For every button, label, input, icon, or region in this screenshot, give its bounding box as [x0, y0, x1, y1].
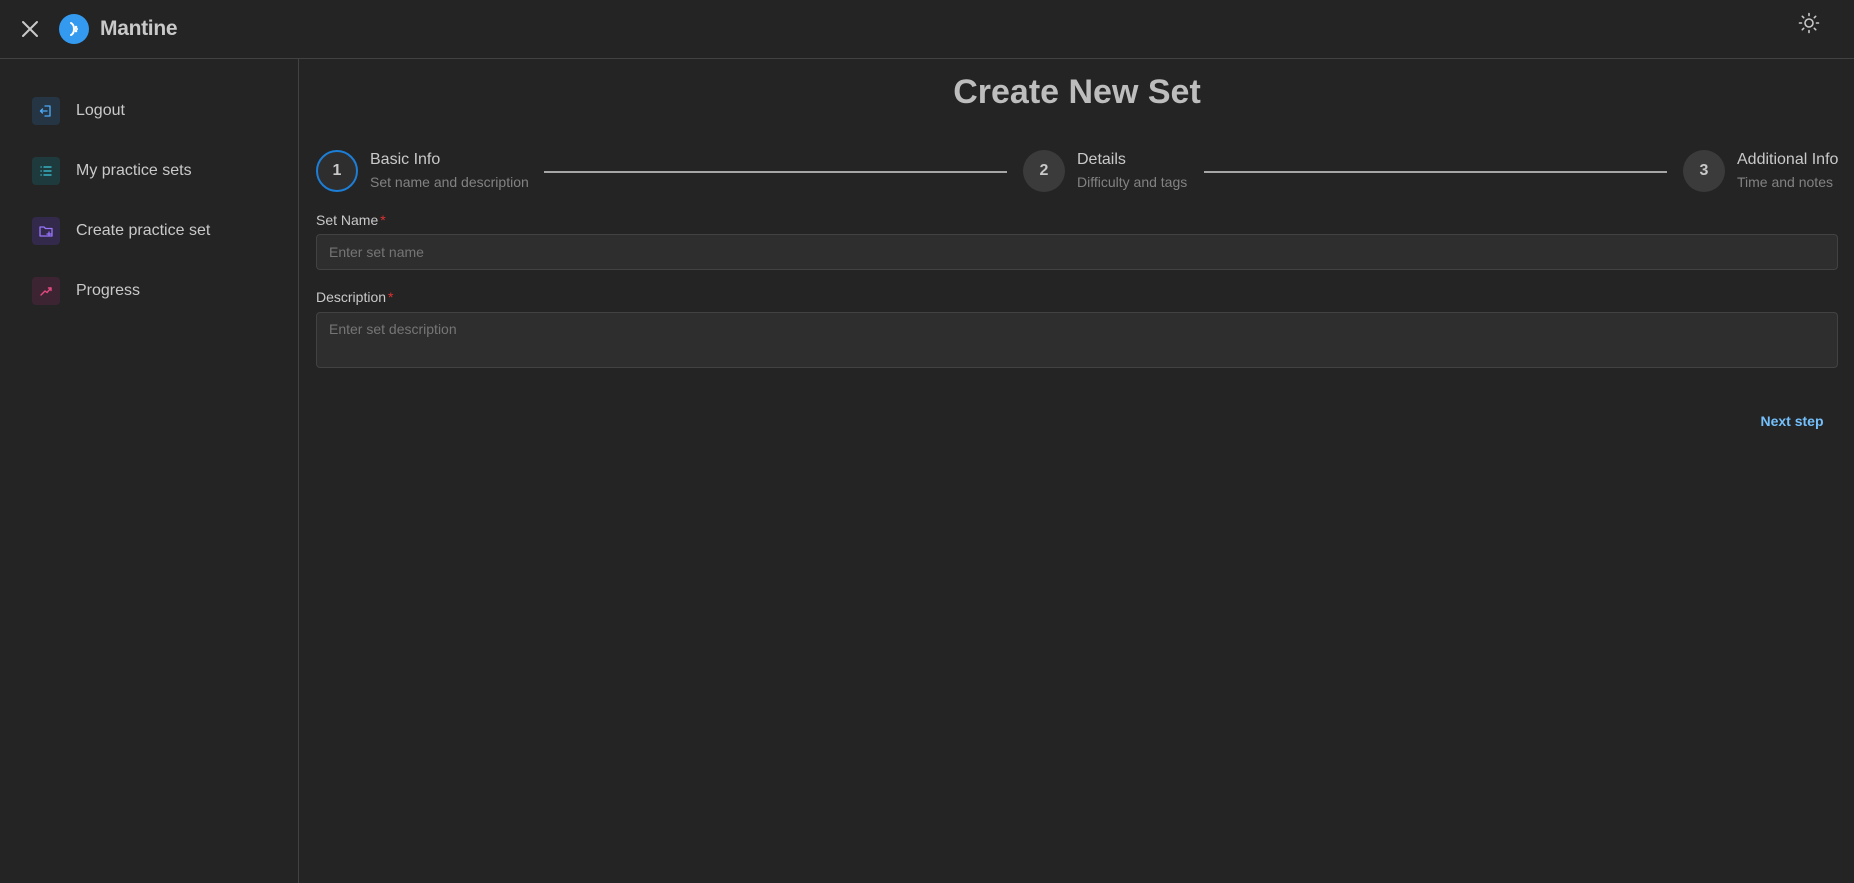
sidebar-item-label: My practice sets: [76, 162, 192, 179]
set-name-label: Set Name *: [316, 212, 386, 228]
next-step-button[interactable]: Next step: [1740, 403, 1844, 439]
sun-icon[interactable]: [1797, 11, 1821, 35]
logo[interactable]: Mantine: [59, 14, 178, 44]
logout-icon: [32, 97, 60, 125]
main-content: Create New Set 1 Basic Info Set name and…: [300, 59, 1854, 883]
step-number: 2: [1023, 150, 1065, 192]
step-description: Difficulty and tags: [1077, 174, 1188, 190]
sidebar-item-progress[interactable]: Progress: [16, 269, 284, 313]
step-additional-info[interactable]: 3 Additional Info Time and notes: [1683, 150, 1838, 192]
sidebar-item-label: Create practice set: [76, 222, 211, 239]
folder-plus-icon: [32, 217, 60, 245]
set-name-label-text: Set Name: [316, 212, 379, 228]
step-number: 1: [316, 150, 358, 192]
sidebar-item-logout[interactable]: Logout: [16, 89, 284, 133]
close-icon[interactable]: [18, 17, 42, 41]
description-label: Description *: [316, 289, 393, 305]
step-number: 3: [1683, 150, 1725, 192]
sidebar: Logout My practice sets Create practice …: [0, 59, 299, 883]
app-header: Mantine: [0, 0, 1854, 59]
sidebar-item-my-practice-sets[interactable]: My practice sets: [16, 149, 284, 193]
sidebar-item-label: Logout: [76, 102, 125, 119]
step-title: Details: [1077, 151, 1126, 168]
step-separator: [1204, 171, 1667, 173]
description-textarea[interactable]: [316, 312, 1838, 368]
trending-up-icon: [32, 277, 60, 305]
step-basic-info[interactable]: 1 Basic Info Set name and description: [316, 150, 529, 192]
logo-text: Mantine: [100, 17, 178, 40]
step-title: Basic Info: [370, 151, 441, 168]
set-name-input[interactable]: [316, 234, 1838, 270]
list-icon: [32, 157, 60, 185]
step-title: Additional Info: [1737, 151, 1839, 168]
required-asterisk: *: [380, 212, 386, 228]
sidebar-item-create-practice-set[interactable]: Create practice set: [16, 209, 284, 253]
required-asterisk: *: [388, 289, 394, 305]
page-title: Create New Set: [953, 73, 1201, 111]
step-description: Time and notes: [1737, 174, 1833, 190]
mantine-logo-icon: [59, 14, 89, 44]
step-description: Set name and description: [370, 174, 529, 190]
step-separator: [544, 171, 1007, 173]
description-label-text: Description: [316, 289, 387, 305]
sidebar-item-label: Progress: [76, 282, 141, 299]
step-details[interactable]: 2 Details Difficulty and tags: [1023, 150, 1187, 192]
